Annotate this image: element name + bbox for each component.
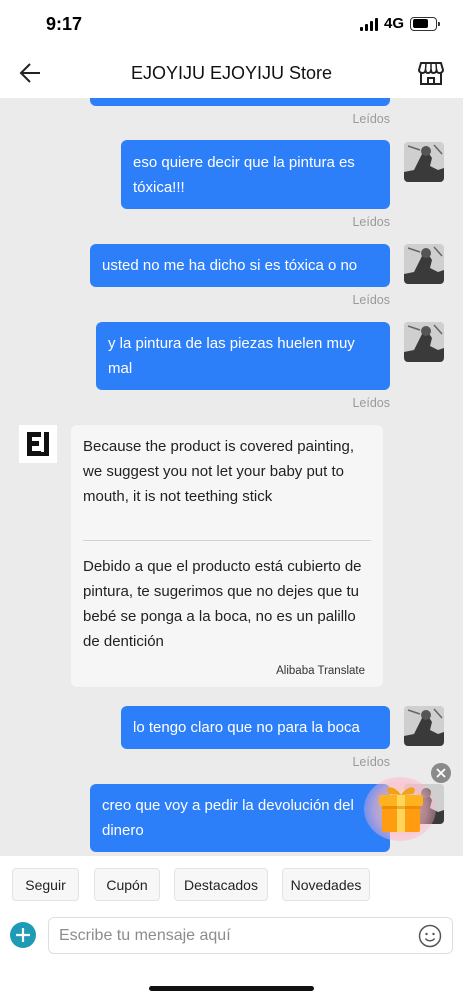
quick-reply-seguir[interactable]: Seguir bbox=[12, 868, 79, 901]
store-logo-icon bbox=[19, 425, 57, 463]
read-status: Leídos bbox=[352, 215, 390, 229]
message-input-wrapper bbox=[48, 917, 453, 954]
read-status: Leídos bbox=[352, 755, 390, 769]
status-indicators: 4G bbox=[359, 15, 440, 32]
close-icon bbox=[436, 768, 446, 778]
read-status: Leídos bbox=[352, 396, 390, 410]
user-avatar-photo-icon bbox=[404, 322, 444, 362]
message-bubble-outgoing[interactable]: usted no me ha dicho si es tóxica o no bbox=[90, 244, 390, 287]
chat-header: EJOYIJU EJOYIJU Store bbox=[0, 48, 463, 98]
home-indicator bbox=[149, 986, 314, 991]
message-list[interactable]: Leídos eso quiere decir que la pintura e… bbox=[0, 98, 463, 856]
user-avatar bbox=[404, 322, 444, 362]
emoji-button[interactable] bbox=[418, 924, 442, 948]
message-text: y la pintura de las piezas huelen muy ma… bbox=[108, 335, 355, 377]
message-bubble-outgoing[interactable]: lo tengo claro que no para la boca bbox=[121, 706, 390, 749]
read-status: Leídos bbox=[352, 293, 390, 307]
plus-icon bbox=[16, 928, 30, 942]
quick-reply-bar: Seguir Cupón Destacados Novedades bbox=[0, 856, 463, 911]
quick-reply-novedades[interactable]: Novedades bbox=[282, 868, 370, 901]
cellular-signal-icon bbox=[359, 17, 378, 31]
quick-reply-cupon[interactable]: Cupón bbox=[94, 868, 160, 901]
message-original-text: Because the product is covered painting,… bbox=[83, 438, 355, 505]
user-avatar bbox=[404, 244, 444, 284]
message-bubble-outgoing[interactable]: y la pintura de las piezas huelen muy ma… bbox=[96, 322, 390, 390]
user-avatar-photo-icon bbox=[404, 244, 444, 284]
message-text: lo tengo claro que no para la boca bbox=[133, 719, 360, 736]
translation-credit: Alibaba Translate bbox=[276, 665, 365, 677]
message-bubble-outgoing[interactable]: eso quiere decir que la pintura es tóxic… bbox=[121, 140, 390, 209]
message-text: usted no me ha dicho si es tóxica o no bbox=[102, 257, 358, 274]
gift-widget[interactable] bbox=[362, 763, 451, 843]
message-input[interactable] bbox=[59, 918, 409, 953]
battery-level bbox=[412, 19, 428, 28]
close-gift-button[interactable] bbox=[431, 763, 451, 783]
message-composer bbox=[0, 911, 463, 1000]
battery-icon bbox=[410, 16, 440, 31]
status-time: 9:17 bbox=[46, 14, 83, 34]
user-avatar bbox=[404, 706, 444, 746]
user-avatar bbox=[404, 142, 444, 182]
status-bar: 9:17 4G bbox=[0, 0, 463, 48]
gift-box-icon bbox=[379, 787, 423, 832]
read-status: Leídos bbox=[352, 112, 390, 126]
quick-reply-destacados[interactable]: Destacados bbox=[174, 868, 268, 901]
message-text: eso quiere decir que la pintura es tóxic… bbox=[133, 154, 355, 196]
store-avatar bbox=[19, 425, 57, 463]
user-avatar-photo-icon bbox=[404, 706, 444, 746]
page-title: EJOYIJU EJOYIJU Store bbox=[130, 63, 333, 83]
message-bubble-outgoing[interactable]: creo que voy a pedir la devolución del d… bbox=[90, 784, 390, 852]
add-attachment-button[interactable] bbox=[10, 922, 36, 948]
message-translated-text: Debido a que el producto está cubierto d… bbox=[83, 558, 362, 650]
translation-divider bbox=[83, 540, 371, 541]
smiley-icon bbox=[418, 924, 442, 948]
user-avatar-photo-icon bbox=[404, 142, 444, 182]
message-bubble-incoming[interactable]: Because the product is covered painting,… bbox=[71, 425, 383, 687]
message-bubble-outgoing[interactable] bbox=[90, 98, 390, 106]
network-type: 4G bbox=[383, 15, 404, 32]
store-button[interactable] bbox=[417, 59, 445, 87]
storefront-icon bbox=[418, 62, 444, 85]
message-text: creo que voy a pedir la devolución del d… bbox=[102, 797, 354, 839]
